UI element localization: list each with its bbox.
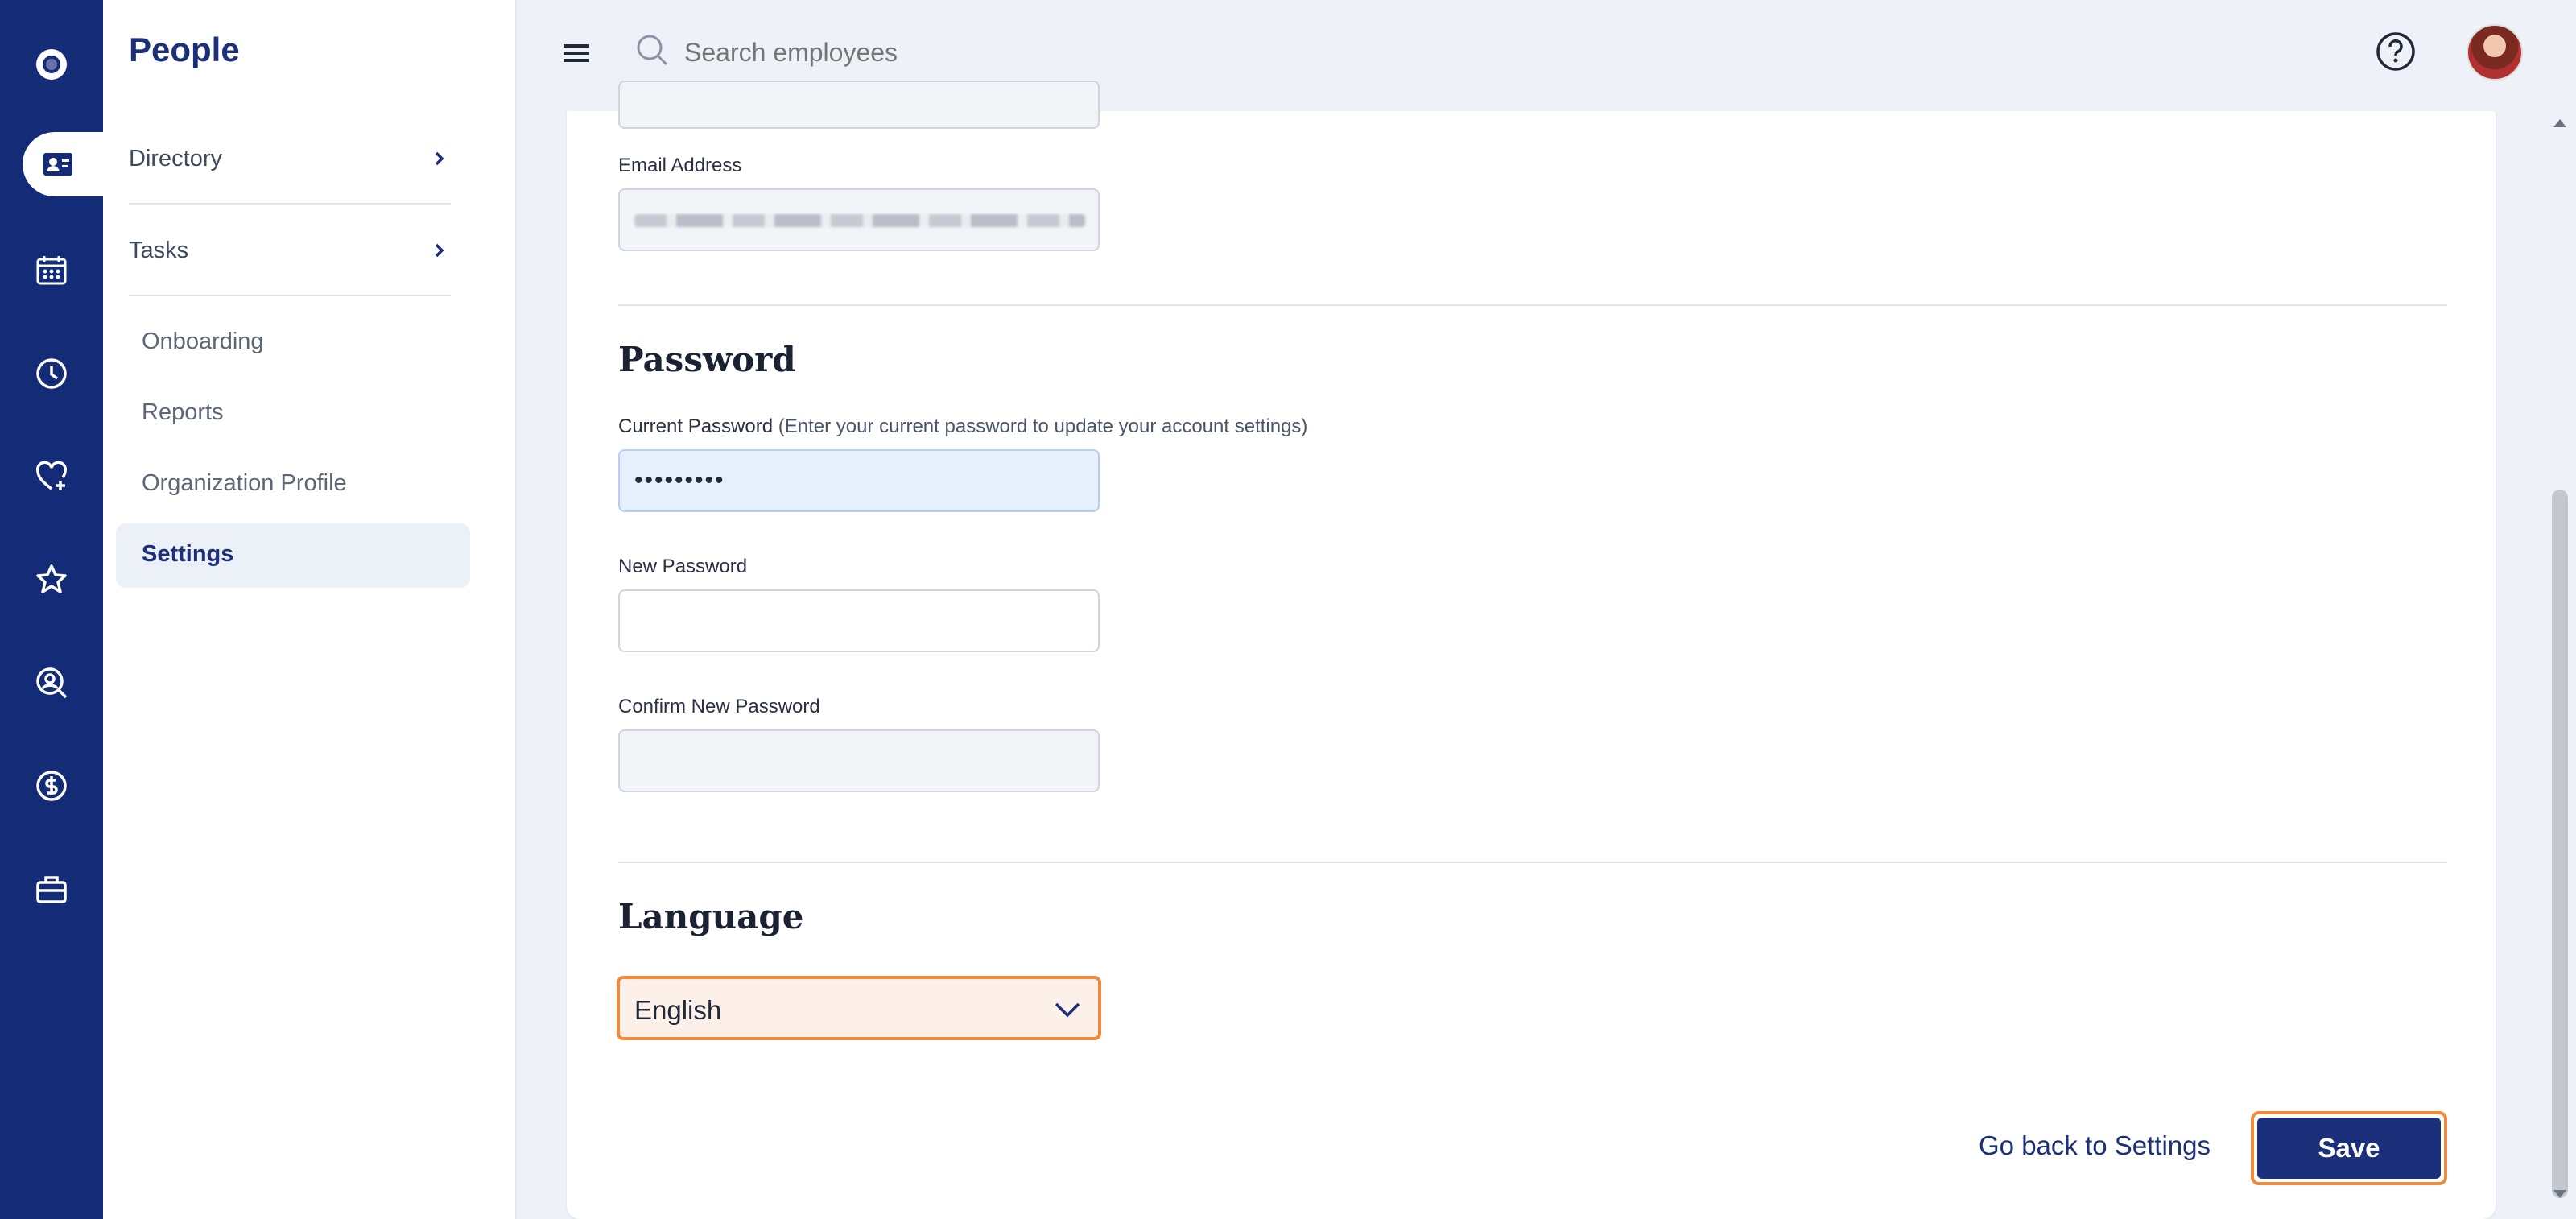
blurred-email-value (634, 214, 1085, 227)
heart-plus-icon[interactable] (0, 444, 103, 509)
new-password-label: New Password (618, 556, 748, 577)
logo-icon[interactable] (0, 32, 103, 97)
confirm-password-label: Confirm New Password (618, 696, 820, 717)
briefcase-icon[interactable] (0, 857, 103, 921)
secondary-nav: People Directory Tasks Onboarding Report… (103, 0, 517, 1219)
rail-people[interactable] (23, 132, 103, 196)
scroll-thumb[interactable] (2552, 490, 2568, 1198)
avatar[interactable] (2467, 24, 2523, 81)
settings-card: Email Address Password Current Password … (567, 81, 2496, 1219)
divider (618, 862, 2447, 863)
nav-item-organization-profile[interactable]: Organization Profile (142, 470, 347, 497)
password-section-title: Password (618, 340, 796, 379)
nav-item-label: Settings (142, 541, 234, 567)
nav-item-settings[interactable]: Settings (116, 523, 470, 588)
help-icon[interactable] (2375, 31, 2417, 72)
save-button-highlight: Save (2251, 1111, 2447, 1185)
scroll-down-arrow-icon[interactable] (2553, 1190, 2566, 1198)
confirm-password-field[interactable] (618, 729, 1100, 792)
dollar-icon[interactable] (0, 754, 103, 818)
clock-icon[interactable] (0, 341, 103, 406)
chevron-right-icon (435, 243, 444, 258)
nav-item-label: Tasks (129, 237, 189, 263)
language-select[interactable]: English (617, 976, 1101, 1040)
search-icon (637, 35, 668, 66)
current-password-label: Current Password (Enter your current pas… (618, 415, 1307, 438)
nav-title: People (129, 31, 240, 68)
scrollbar[interactable] (2544, 111, 2576, 1219)
search-input[interactable] (683, 27, 1330, 77)
current-password-value: ••••••••• (634, 467, 725, 494)
go-back-link[interactable]: Go back to Settings (1979, 1130, 2211, 1161)
name-field[interactable] (618, 81, 1100, 129)
divider (618, 304, 2447, 306)
save-button[interactable]: Save (2257, 1118, 2441, 1179)
chevron-down-icon (1055, 1002, 1080, 1018)
scroll-up-arrow-icon[interactable] (2553, 119, 2566, 127)
menu-icon[interactable] (562, 39, 591, 68)
language-select-value: English (634, 995, 722, 1025)
nav-item-label: Directory (129, 145, 223, 171)
current-password-label-text: Current Password (618, 415, 774, 437)
email-label: Email Address (618, 155, 742, 176)
new-password-field[interactable] (618, 589, 1100, 652)
nav-item-onboarding[interactable]: Onboarding (142, 329, 264, 355)
nav-item-reports[interactable]: Reports (142, 399, 224, 426)
nav-item-tasks[interactable]: Tasks (129, 206, 451, 296)
star-icon[interactable] (0, 548, 103, 612)
calendar-icon[interactable] (0, 238, 103, 303)
chevron-right-icon (435, 151, 444, 166)
id-card-icon (43, 153, 72, 176)
current-password-field[interactable]: ••••••••• (618, 449, 1100, 512)
email-field (618, 188, 1100, 251)
search-person-icon[interactable] (0, 651, 103, 715)
icon-rail (0, 0, 103, 1219)
nav-item-directory[interactable]: Directory (129, 114, 451, 205)
current-password-hint: (Enter your current password to update y… (778, 415, 1308, 437)
language-section-title: Language (618, 897, 804, 936)
